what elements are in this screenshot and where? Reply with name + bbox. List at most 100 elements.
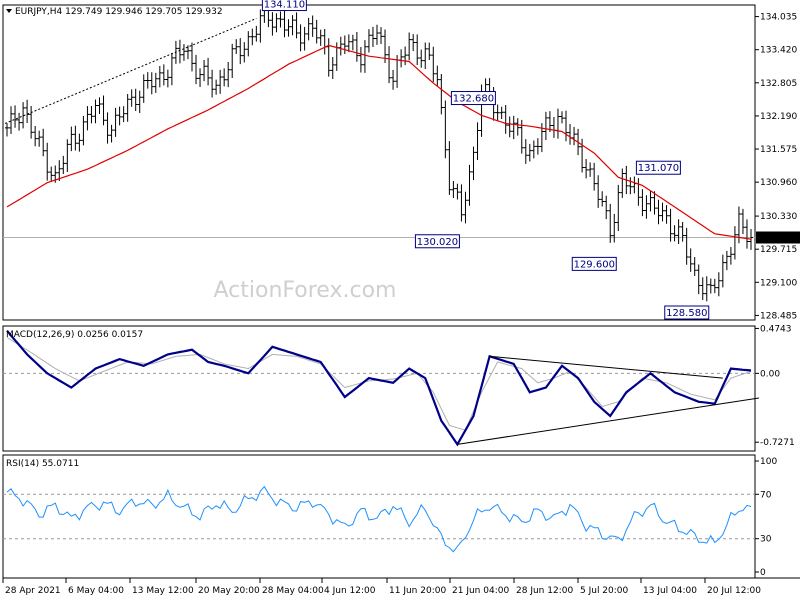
ohlc-bar-28: [117, 106, 122, 126]
chart-window: ActionForex.com 134.035 133.420 132.805 132.…: [0, 0, 800, 600]
ohlc-bar-79: [322, 29, 327, 55]
ohlc-bar-100: [407, 32, 412, 61]
trendline-dotted: [4, 18, 257, 124]
ohlc-bar-21: [89, 106, 94, 124]
ohlc-bar-116: [471, 146, 476, 181]
ohlc-bar-184: [744, 219, 749, 249]
ohlc-bar-60: [246, 31, 251, 57]
ohlc-bar-84: [342, 35, 347, 55]
ohlc-bar-11: [49, 166, 54, 182]
ohlc-bar-33: [137, 90, 142, 114]
ohlc-bar-123: [499, 106, 504, 119]
ohlc-bar-34: [141, 74, 146, 103]
macd-axis-label: 0.4743: [760, 324, 792, 334]
ohlc-bar-164: [664, 205, 669, 224]
moving-average-line: [6, 44, 752, 240]
ohlc-bar-126: [511, 115, 516, 140]
ohlc-bar-75: [306, 17, 311, 41]
eurjpy-chart: ActionForex.com 134.035 133.420 132.805 132.…: [2, 0, 800, 596]
ohlc-bar-110: [447, 141, 452, 195]
ohlc-bar-69: [282, 10, 287, 38]
price-axis-label: 133.420: [760, 46, 797, 56]
price-annotation-label: 129.600: [574, 259, 615, 270]
time-axis-label: 28 May 04:00: [262, 586, 324, 596]
ohlc-bar-147: [596, 175, 601, 208]
ohlc-bar-62: [254, 25, 259, 42]
ohlc-bar-88: [358, 47, 363, 73]
price-axis-label: 131.575: [760, 145, 797, 155]
ohlc-bar-149: [604, 195, 609, 220]
time-axis-label: 11 Jun 20:00: [389, 586, 446, 596]
ohlc-bar-155: [628, 177, 633, 195]
ohlc-bar-42: [173, 40, 178, 64]
ohlc-bar-58: [238, 38, 243, 65]
ohlc-bar-160: [648, 191, 653, 212]
ohlc-bar-153: [620, 168, 625, 198]
ohlc-bar-139: [564, 110, 569, 142]
watermark: ActionForex.com: [214, 278, 397, 303]
ohlc-bar-53: [218, 69, 223, 94]
ohlc-bar-91: [370, 26, 375, 48]
ohlc-bar-93: [379, 27, 384, 44]
ohlc-bar-132: [535, 138, 540, 155]
price-bars: [5, 0, 753, 302]
ohlc-bar-44: [181, 44, 186, 61]
ohlc-bar-17: [73, 125, 78, 151]
ohlc-bar-25: [105, 112, 110, 144]
ohlc-bar-167: [676, 219, 681, 244]
price-axis-label: 128.485: [760, 311, 797, 321]
ohlc-bar-177: [716, 272, 721, 297]
ohlc-bar-26: [109, 124, 114, 143]
price-axis-label: 129.100: [760, 278, 797, 288]
ohlc-bar-76: [310, 15, 315, 37]
time-axis-label: 5 Jul 20:00: [580, 586, 629, 596]
ohlc-bar-102: [415, 34, 420, 65]
ohlc-bar-175: [708, 278, 713, 294]
ohlc-bar-74: [302, 27, 307, 51]
ohlc-bar-24: [101, 95, 106, 126]
ohlc-bar-108: [439, 73, 444, 115]
ohlc-bar-162: [656, 199, 661, 225]
ohlc-bar-99: [403, 46, 408, 66]
ohlc-bar-115: [467, 164, 472, 206]
ohlc-bar-8: [37, 130, 42, 147]
ohlc-bar-36: [149, 72, 154, 95]
ohlc-bar-5: [25, 99, 30, 124]
ohlc-bar-83: [338, 36, 343, 56]
ohlc-bar-67: [274, 13, 279, 33]
ohlc-bar-179: [724, 250, 729, 271]
ohlc-bar-46: [189, 42, 194, 72]
macd-axis-label: 0.00: [760, 369, 780, 379]
ohlc-bar-9: [41, 128, 46, 157]
ohlc-bar-131: [531, 140, 536, 159]
ohlc-bar-178: [720, 254, 725, 288]
ohlc-bar-51: [210, 69, 215, 98]
ohlc-bar-129: [523, 139, 528, 164]
ohlc-bar-59: [242, 42, 247, 63]
price-axis-label: 130.960: [760, 178, 797, 188]
time-axis-label: 28 Jun 12:00: [516, 586, 573, 596]
macd-header: MACD(12,26,9) 0.0256 0.0157: [6, 330, 143, 340]
ohlc-bar-6: [29, 106, 34, 139]
ohlc-bar-43: [177, 39, 182, 64]
ohlc-bar-96: [391, 69, 396, 90]
ohlc-bar-151: [612, 213, 617, 243]
ohlc-bar-146: [592, 162, 597, 191]
price-axis-label: 130.330: [760, 212, 797, 222]
ohlc-bar-22: [93, 99, 98, 124]
ohlc-bar-98: [399, 49, 404, 68]
time-axis-label: 4 Jun 12:00: [324, 586, 376, 596]
ohlc-bar-38: [157, 66, 162, 88]
ohlc-bar-37: [153, 72, 158, 93]
rsi-axis-label: 30: [760, 535, 772, 545]
ohlc-bar-183: [740, 208, 745, 235]
symbol-dropdown-icon: [6, 9, 12, 13]
ohlc-bar-92: [374, 24, 379, 45]
ohlc-bar-125: [507, 116, 512, 138]
ohlc-bar-32: [133, 88, 138, 111]
ohlc-bar-114: [463, 191, 468, 224]
ohlc-bar-19: [81, 116, 86, 146]
price-annotation-label: 131.070: [638, 163, 679, 174]
ohlc-bar-165: [668, 208, 673, 242]
panel-frame-2: [2, 325, 756, 452]
